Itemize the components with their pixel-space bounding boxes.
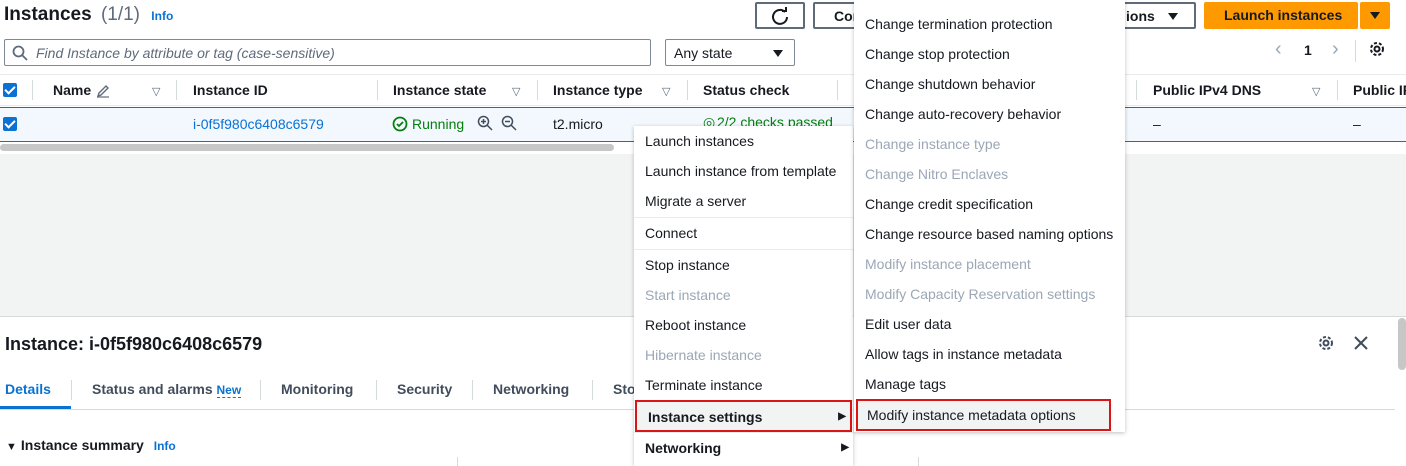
- public-dns-value: –: [1153, 116, 1161, 132]
- menu-item-terminate-instance[interactable]: Terminate instance: [634, 370, 853, 400]
- zoom-in-icon[interactable]: [477, 115, 493, 131]
- col-instance-state[interactable]: Instance state: [393, 82, 486, 98]
- gear-icon[interactable]: [1368, 40, 1386, 58]
- close-icon[interactable]: [1353, 335, 1369, 351]
- menu-item-change-credit-specification[interactable]: Change credit specification: [854, 189, 1125, 219]
- status-check-value: ◎ 2/2 checks passed: [703, 114, 833, 126]
- col-public-dns[interactable]: Public IPv4 DNS: [1153, 82, 1261, 98]
- caret-down-icon: ▼: [6, 441, 17, 453]
- menu-item-modify-placement: Modify instance placement: [865, 256, 1031, 272]
- page-title: Instances (1/1) Info: [4, 4, 174, 25]
- zoom-out-icon[interactable]: [501, 115, 517, 131]
- caret-down-icon: [773, 50, 783, 57]
- menu-item-manage-tags[interactable]: Manage tags: [854, 369, 1125, 399]
- menu-item-change-instance-type: Change instance type: [865, 136, 1001, 152]
- sort-icon[interactable]: ▽: [662, 85, 670, 98]
- check-circle-icon: [392, 116, 408, 132]
- info-link[interactable]: Info: [154, 439, 176, 453]
- menu-item-launch-from-template[interactable]: Launch instance from template: [634, 156, 853, 186]
- launch-options-button[interactable]: [1360, 2, 1390, 29]
- refresh-icon: [772, 7, 788, 25]
- menu-item-reboot-instance[interactable]: Reboot instance: [634, 310, 853, 340]
- public-ip-value: –: [1353, 116, 1361, 132]
- caret-right-icon: ▶: [841, 442, 849, 453]
- instance-summary-heading[interactable]: ▼ Instance summary Info: [6, 437, 176, 453]
- col-name[interactable]: Name: [53, 82, 91, 98]
- actions-menu: Launch instances Launch instance from te…: [634, 126, 853, 466]
- search-icon: [12, 45, 28, 61]
- state-filter-select[interactable]: Any state: [665, 39, 795, 66]
- menu-item-networking[interactable]: Networking ▶: [634, 433, 853, 463]
- col-status-check[interactable]: Status check: [703, 82, 789, 98]
- menu-item-migrate-server[interactable]: Migrate a server: [634, 186, 853, 216]
- col-instance-id[interactable]: Instance ID: [193, 82, 268, 98]
- next-page-icon[interactable]: ›: [1332, 38, 1339, 61]
- select-all-checkbox[interactable]: [3, 83, 17, 97]
- instance-settings-submenu: — Change termination protection Change s…: [854, 0, 1125, 432]
- menu-item-stop-instance[interactable]: Stop instance: [634, 250, 853, 280]
- refresh-button[interactable]: [755, 2, 805, 29]
- tab-status-alarms[interactable]: Status and alarms New: [92, 381, 242, 398]
- edit-icon: [96, 85, 109, 98]
- menu-item-hibernate-instance: Hibernate instance: [645, 347, 762, 363]
- caret-right-icon: ▶: [838, 411, 846, 422]
- horizontal-scrollbar[interactable]: [0, 144, 614, 151]
- detail-title: Instance: i-0f5f980c6408c6579: [5, 334, 263, 354]
- menu-item-connect[interactable]: Connect: [634, 218, 853, 248]
- col-public-ip[interactable]: Public IP: [1353, 82, 1406, 98]
- sort-icon[interactable]: ▽: [152, 85, 160, 98]
- menu-item-launch-instances[interactable]: Launch instances: [634, 126, 853, 156]
- search-input[interactable]: Find Instance by attribute or tag (case-…: [4, 39, 651, 66]
- menu-item-modify-capacity-reservation: Modify Capacity Reservation settings: [865, 286, 1096, 302]
- menu-item-change-shutdown-behavior[interactable]: Change shutdown behavior: [854, 69, 1125, 99]
- prev-page-icon[interactable]: ‹: [1275, 38, 1282, 61]
- tab-details[interactable]: Details: [5, 381, 51, 397]
- caret-down-icon: [1370, 12, 1380, 19]
- menu-item-change-resource-naming[interactable]: Change resource based naming options: [854, 219, 1125, 249]
- gear-icon[interactable]: [1317, 334, 1335, 352]
- menu-item-change-nitro-enclaves: Change Nitro Enclaves: [865, 166, 1009, 182]
- menu-item-allow-tags-metadata[interactable]: Allow tags in instance metadata: [854, 339, 1125, 369]
- tab-networking[interactable]: Networking: [493, 381, 569, 397]
- instance-id-link[interactable]: i-0f5f980c6408c6579: [193, 116, 324, 132]
- row-checkbox[interactable]: [3, 117, 17, 131]
- info-link[interactable]: Info: [151, 9, 173, 23]
- menu-item-modify-metadata-options[interactable]: Modify instance metadata options: [856, 399, 1111, 431]
- menu-item-change-auto-recovery[interactable]: Change auto-recovery behavior: [854, 99, 1125, 129]
- menu-item-change-stop-protection[interactable]: Change stop protection: [854, 39, 1125, 69]
- col-instance-type[interactable]: Instance type: [553, 82, 642, 98]
- menu-item-edit-user-data[interactable]: Edit user data: [854, 309, 1125, 339]
- tab-security[interactable]: Security: [397, 381, 452, 397]
- new-badge: New: [216, 383, 242, 398]
- menu-item-start-instance: Start instance: [645, 287, 731, 303]
- caret-down-icon: [1168, 13, 1178, 20]
- tab-monitoring[interactable]: Monitoring: [281, 381, 353, 397]
- menu-item-instance-settings[interactable]: Instance settings ▶: [635, 400, 852, 432]
- vertical-scrollbar[interactable]: [1398, 318, 1406, 370]
- menu-item-change-termination-protection[interactable]: Change termination protection: [854, 9, 1125, 39]
- instance-state-value: Running: [412, 116, 465, 132]
- launch-instances-button[interactable]: Launch instances: [1204, 2, 1358, 29]
- sort-icon[interactable]: ▽: [512, 85, 520, 98]
- page-number[interactable]: 1: [1304, 42, 1312, 58]
- sort-icon[interactable]: ▽: [1312, 85, 1320, 98]
- tab-storage[interactable]: Sto: [613, 381, 636, 397]
- instance-type-value: t2.micro: [553, 116, 603, 132]
